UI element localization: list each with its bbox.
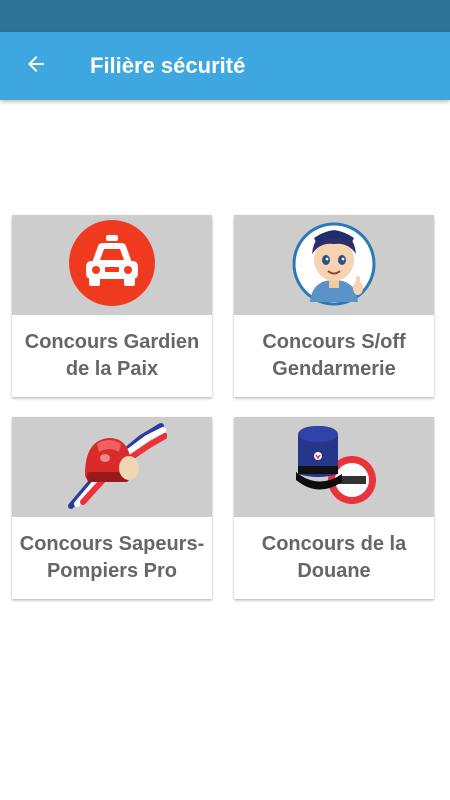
card-label: Concours de la Douane	[261, 533, 407, 582]
page-title: Filière sécurité	[90, 53, 246, 78]
gendarme-icon	[292, 218, 376, 313]
card-label: Concours Sapeurs-Pompiers Pro	[19, 533, 205, 582]
card-soff-gendarmerie[interactable]: Concours S/off Gendarmerie	[234, 215, 434, 397]
arrow-left-icon	[24, 52, 48, 81]
card-douane[interactable]: Concours de la Douane	[234, 417, 434, 599]
card-gardien-de-la-paix[interactable]: Concours Gardien de la Paix	[12, 215, 212, 397]
firefighter-helmet-icon	[57, 418, 168, 517]
card-thumbnail	[12, 215, 212, 315]
status-bar	[0, 0, 450, 32]
back-button[interactable]	[12, 42, 60, 90]
card-sapeurs-pompiers[interactable]: Concours Sapeurs-Pompiers Pro	[12, 417, 212, 599]
card-thumbnail	[12, 417, 212, 517]
customs-cap-icon	[286, 420, 382, 515]
app-bar: Filière sécurité	[0, 32, 450, 100]
card-label: Concours Gardien de la Paix	[24, 331, 200, 380]
card-label: Concours S/off Gendarmerie	[262, 331, 406, 380]
card-thumbnail	[234, 417, 434, 517]
card-thumbnail	[234, 215, 434, 315]
police-car-icon	[68, 219, 156, 312]
